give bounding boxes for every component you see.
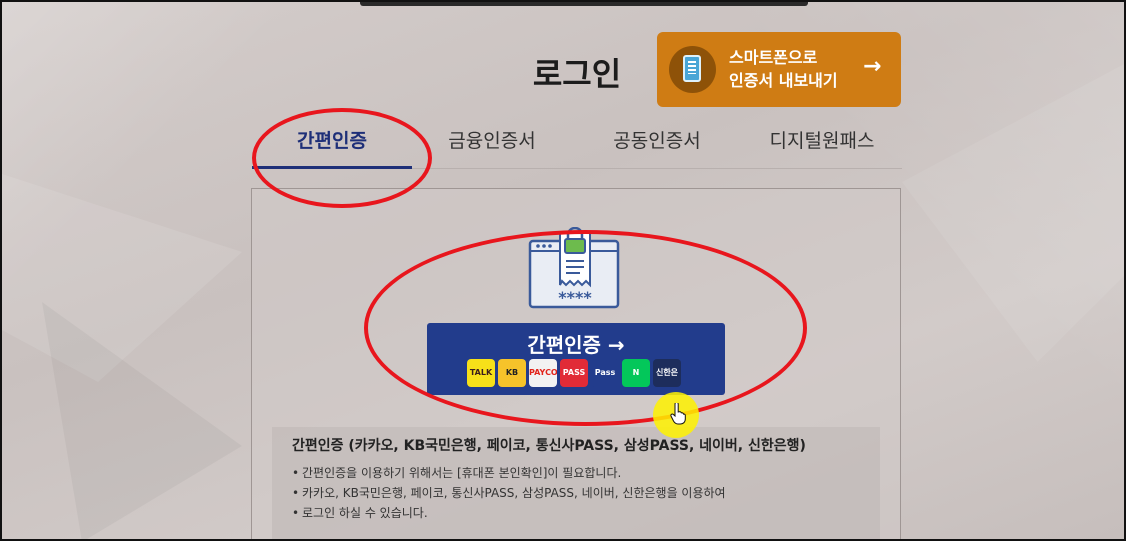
export-certificate-button[interactable]: 스마트폰으로 인증서 내보내기 → [657,32,901,107]
tab-financial-certificate[interactable]: 금융인증서 [412,118,572,166]
info-bullet: 간편인증을 이용하기 위해서는 [휴대폰 본인확인]이 필요합니다. [292,463,872,483]
export-button-line1: 스마트폰으로 [729,48,818,67]
info-heading: 간편인증 (카카오, KB국민은행, 페이코, 통신사PASS, 삼성PASS,… [292,438,806,454]
export-button-text: 스마트폰으로 인증서 내보내기 [729,46,869,92]
red-annotation-ellipse [252,108,432,208]
export-button-line2: 인증서 내보내기 [729,71,838,90]
arrow-right-icon: → [863,54,882,79]
info-bullet: 카카오, KB국민은행, 페이코, 통신사PASS, 삼성PASS, 네이버, … [292,483,872,503]
info-list: 간편인증을 이용하기 위해서는 [휴대폰 본인확인]이 필요합니다. 카카오, … [292,463,872,523]
browser-viewport: 로그인 스마트폰으로 인증서 내보내기 → 간편인증 금융인증서 공동인증서 디… [0,0,1126,541]
tab-joint-certificate[interactable]: 공동인증서 [572,118,742,166]
smartphone-icon [669,46,716,93]
page-title: 로그인 [532,55,622,93]
hand-cursor-icon [670,403,686,425]
background-facet [2,174,242,382]
tab-digital-onepass[interactable]: 디지털원패스 [742,118,902,166]
top-bar [360,2,808,6]
background-facet [902,62,1124,362]
red-annotation-ellipse [364,230,807,426]
info-bullet-continuation: 로그인 하실 수 있습니다. [292,503,872,523]
simple-auth-info: 간편인증 (카카오, KB국민은행, 페이코, 통신사PASS, 삼성PASS,… [272,427,880,539]
